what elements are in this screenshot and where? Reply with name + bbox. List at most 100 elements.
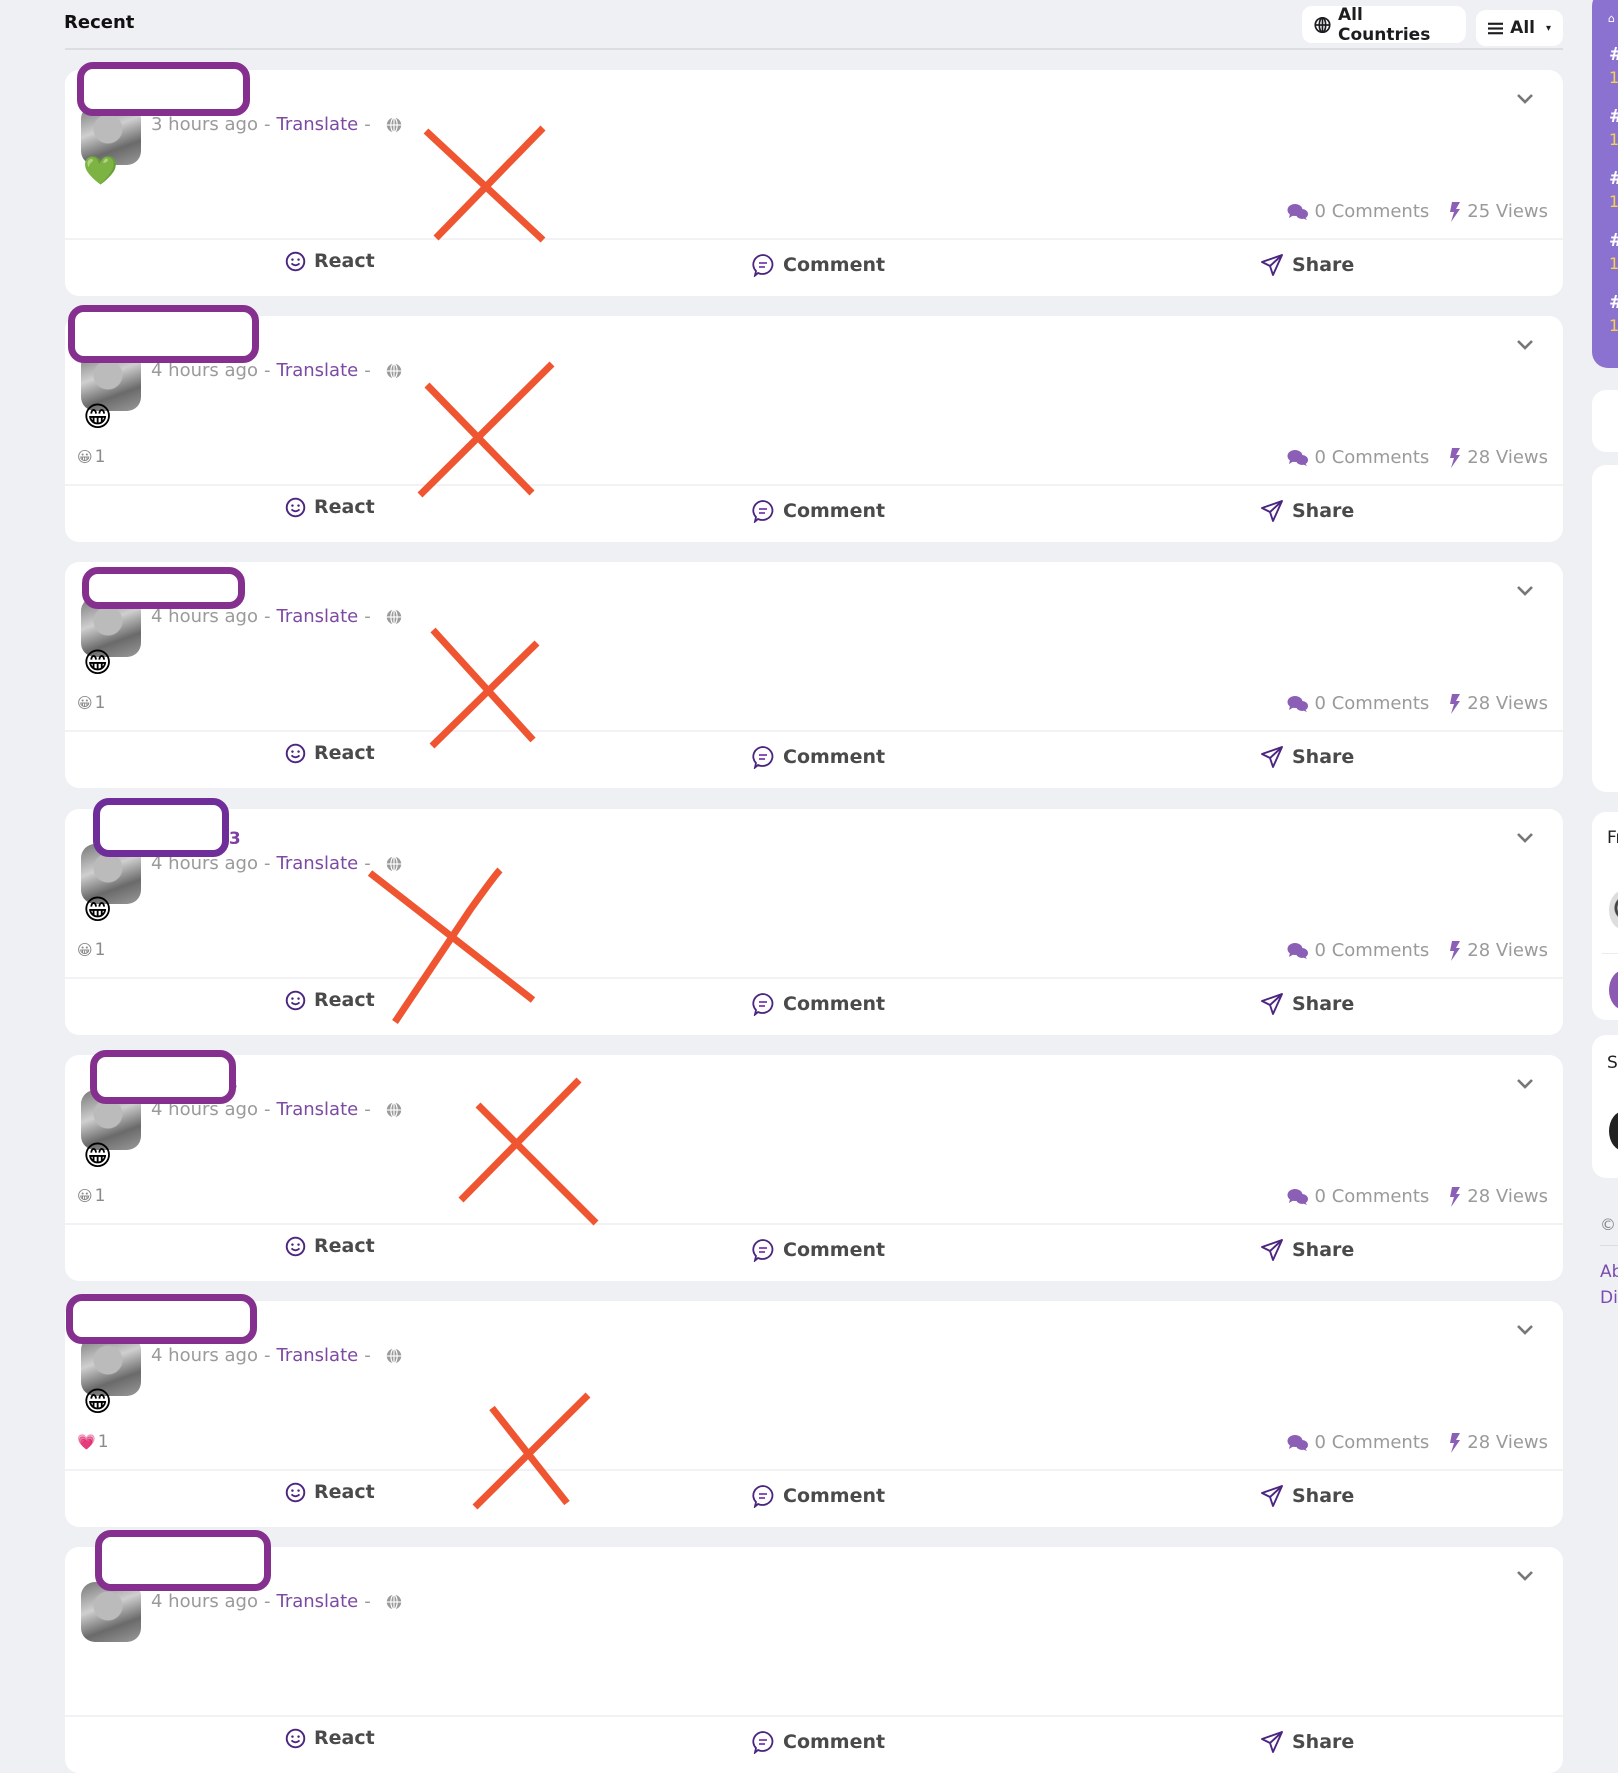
comments-count[interactable]: 0 Comments xyxy=(1315,201,1430,222)
comments-count[interactable]: 0 Comments xyxy=(1315,1432,1430,1453)
post-options-chevron-icon[interactable] xyxy=(1515,584,1535,598)
reaction-count: 1 xyxy=(94,940,106,960)
suggestions-widget: S xyxy=(1592,1035,1618,1178)
post-card: 23 4 hours ago - Translate - 😁 😀 1 0 Com… xyxy=(65,809,1563,1035)
username-redaction xyxy=(66,1294,257,1344)
comments-count[interactable]: 0 Comments xyxy=(1315,1186,1430,1207)
friend-avatar[interactable] xyxy=(1609,970,1618,1010)
views-count: 28 Views xyxy=(1467,447,1548,468)
smiley-icon xyxy=(285,1728,306,1748)
reaction-summary[interactable]: 😀 1 xyxy=(77,447,105,467)
translate-link[interactable]: Translate xyxy=(276,606,358,627)
meta-separator: - xyxy=(364,1345,371,1366)
comment-button[interactable]: Comment xyxy=(751,1484,885,1508)
share-button[interactable]: Share xyxy=(1260,1484,1354,1508)
reaction-summary[interactable]: 😀 1 xyxy=(77,940,105,960)
globe-icon xyxy=(1314,16,1331,33)
country-filter-button[interactable]: All Countries xyxy=(1302,4,1466,45)
share-button[interactable]: Share xyxy=(1260,992,1354,1016)
reaction-summary[interactable]: 😀 1 xyxy=(77,1186,105,1206)
share-button[interactable]: Share xyxy=(1260,499,1354,523)
translate-link[interactable]: Translate xyxy=(276,1591,358,1612)
reaction-summary[interactable]: 💗 1 xyxy=(77,1432,109,1452)
comments-count[interactable]: 0 Comments xyxy=(1315,447,1430,468)
post-options-chevron-icon[interactable] xyxy=(1515,338,1535,352)
reaction-emoji-icon: 😀 xyxy=(77,941,93,959)
trending-hashtag[interactable]: # xyxy=(1609,44,1618,65)
comment-button[interactable]: Comment xyxy=(751,1730,885,1754)
post-content-emoji: 💚 xyxy=(83,154,118,187)
caret-down-icon: ▾ xyxy=(1545,22,1551,34)
comment-label: Comment xyxy=(783,1239,886,1261)
share-button[interactable]: Share xyxy=(1260,1730,1354,1754)
comment-bubble-icon xyxy=(752,500,774,523)
react-button[interactable]: React xyxy=(285,989,375,1011)
public-globe-icon xyxy=(386,1347,401,1364)
friends-divider xyxy=(1602,953,1618,954)
trending-hashtag[interactable]: # xyxy=(1609,106,1618,127)
user-avatar[interactable] xyxy=(81,1582,141,1642)
sidebar-widget-blank xyxy=(1592,465,1618,792)
list-icon xyxy=(1488,22,1504,34)
post-time: 4 hours ago xyxy=(151,1345,258,1366)
trending-hashtag[interactable]: # xyxy=(1609,292,1618,313)
reaction-summary[interactable]: 😀 1 xyxy=(77,693,105,713)
sidebar-widget-empty xyxy=(1592,390,1618,452)
translate-link[interactable]: Translate xyxy=(276,1099,358,1120)
react-label: React xyxy=(314,1235,375,1257)
footer-link-about[interactable]: Ab xyxy=(1600,1262,1618,1282)
comment-button[interactable]: Comment xyxy=(751,992,885,1016)
country-filter-label: All Countries xyxy=(1337,4,1431,45)
react-button[interactable]: React xyxy=(285,1481,375,1503)
comments-count[interactable]: 0 Comments xyxy=(1315,940,1430,961)
post-actions: React Comment Share xyxy=(65,979,1563,1035)
footer-link-second[interactable]: Di xyxy=(1600,1288,1618,1308)
comment-button[interactable]: Comment xyxy=(751,499,885,523)
post-options-chevron-icon[interactable] xyxy=(1515,1569,1535,1583)
post-options-chevron-icon[interactable] xyxy=(1515,831,1535,845)
post-options-chevron-icon[interactable] xyxy=(1515,1077,1535,1091)
friend-avatar[interactable] xyxy=(1609,890,1618,930)
comment-button[interactable]: Comment xyxy=(751,1238,885,1262)
react-button[interactable]: React xyxy=(285,250,375,272)
trending-hashtag[interactable]: # xyxy=(1609,230,1618,251)
react-button[interactable]: React xyxy=(285,496,375,518)
share-button[interactable]: Share xyxy=(1260,1238,1354,1262)
views-count: 28 Views xyxy=(1467,693,1548,714)
friends-widget: Fr xyxy=(1592,812,1618,1020)
suggested-avatar[interactable] xyxy=(1609,1111,1618,1151)
share-label: Share xyxy=(1292,1731,1355,1753)
post-options-chevron-icon[interactable] xyxy=(1515,1323,1535,1337)
translate-link[interactable]: Translate xyxy=(276,114,358,135)
paper-plane-icon xyxy=(1261,746,1283,768)
post-card: 3 4 hours ago - Translate - 😁 😀 1 0 Comm… xyxy=(65,1055,1563,1281)
comment-button[interactable]: Comment xyxy=(751,745,885,769)
post-content-emoji: 😁 xyxy=(83,646,113,679)
comment-bubble-icon xyxy=(752,1239,774,1262)
trending-hashtag[interactable]: # xyxy=(1609,168,1618,189)
react-button[interactable]: React xyxy=(285,1727,375,1749)
paper-plane-icon xyxy=(1261,993,1283,1015)
translate-link[interactable]: Translate xyxy=(276,853,358,874)
react-button[interactable]: React xyxy=(285,1235,375,1257)
meta-separator: - xyxy=(364,1591,371,1612)
public-globe-icon xyxy=(386,116,401,133)
smiley-icon xyxy=(285,990,306,1010)
username-redaction xyxy=(77,62,250,116)
share-label: Share xyxy=(1292,746,1355,768)
share-button[interactable]: Share xyxy=(1260,745,1354,769)
paper-plane-icon xyxy=(1261,1731,1283,1753)
post-time: 4 hours ago xyxy=(151,1591,258,1612)
type-filter-dropdown[interactable]: All ▾ xyxy=(1476,10,1563,46)
reaction-count: 1 xyxy=(94,693,106,713)
comment-button[interactable]: Comment xyxy=(751,253,885,277)
post-options-chevron-icon[interactable] xyxy=(1515,92,1535,106)
translate-link[interactable]: Translate xyxy=(276,1345,358,1366)
post-stats: 0 Comments 28 Views xyxy=(1287,940,1548,961)
share-button[interactable]: Share xyxy=(1260,253,1354,277)
views-count: 25 Views xyxy=(1467,201,1548,222)
translate-link[interactable]: Translate xyxy=(276,360,358,381)
comments-count[interactable]: 0 Comments xyxy=(1315,693,1430,714)
react-button[interactable]: React xyxy=(285,742,375,764)
share-label: Share xyxy=(1292,993,1355,1015)
